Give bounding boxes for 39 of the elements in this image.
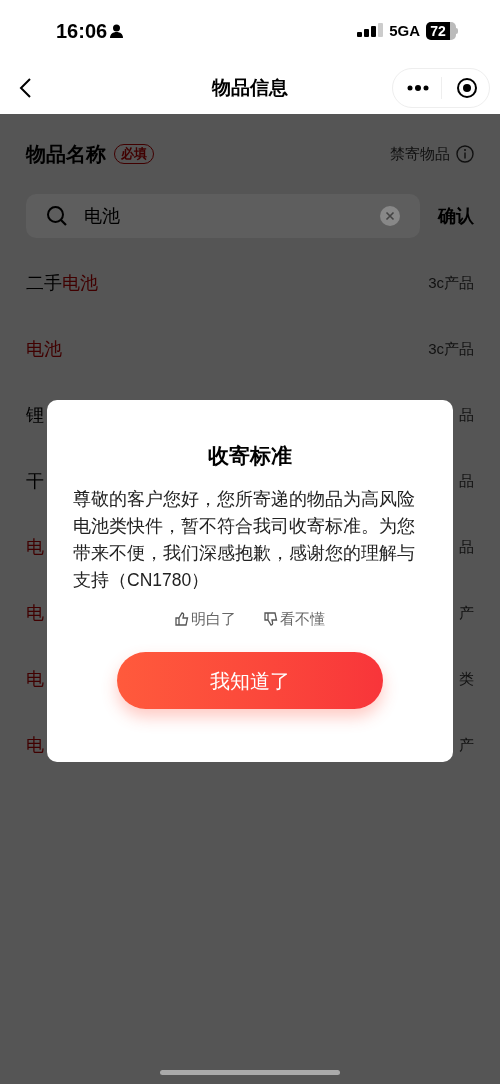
feedback-button[interactable]: 看不懂 xyxy=(264,607,325,630)
thumbs-up-icon xyxy=(175,611,189,626)
result-name[interactable]: 电 xyxy=(26,731,44,759)
more-icon[interactable] xyxy=(407,84,429,92)
result-category: 品 xyxy=(459,470,474,491)
result-category: 产 xyxy=(459,602,474,623)
status-time: 16:06 xyxy=(56,19,108,44)
acknowledge-button[interactable]: 我知道了 xyxy=(117,652,383,709)
dialog-message: 尊敬的客户您好，您所寄递的物品为高风险电池类快件，暂不符合我司收寄标准。为您带来不便，我们深感抱歉，感谢您的理解与支持（CN1780） xyxy=(73,487,416,592)
result-category: 3c产品 xyxy=(428,338,474,359)
confirm-button[interactable]: 确认 xyxy=(438,202,474,230)
page-title: 物品信息 xyxy=(212,75,288,100)
network-label: 5GA xyxy=(389,20,420,41)
clear-icon[interactable] xyxy=(380,206,400,226)
info-icon[interactable] xyxy=(456,145,474,163)
search-field[interactable]: 电池 xyxy=(26,194,420,238)
feedback-button[interactable]: 明白了 xyxy=(175,607,236,630)
result-name[interactable]: 电 xyxy=(26,599,44,627)
result-category: 品 xyxy=(459,404,474,425)
person-icon xyxy=(110,24,124,38)
result-category: 产 xyxy=(459,734,474,755)
result-category: 3c产品 xyxy=(428,272,474,293)
field-label: 物品名称 xyxy=(26,142,106,167)
result-name[interactable]: 二手电池 xyxy=(26,269,98,297)
result-name[interactable]: 锂 xyxy=(26,401,44,429)
dialog-title: 收寄标准 xyxy=(208,443,292,469)
close-target-icon[interactable] xyxy=(456,77,478,99)
result-name[interactable]: 电池 xyxy=(26,335,62,363)
battery-icon: 72 xyxy=(426,22,458,40)
thumbs-down-icon xyxy=(264,611,278,626)
result-category: 品 xyxy=(459,536,474,557)
result-category: 类 xyxy=(459,668,474,689)
prohibited-items-link[interactable]: 禁寄物品 xyxy=(390,142,450,166)
back-icon[interactable] xyxy=(18,77,32,99)
signal-icon xyxy=(357,23,384,39)
search-icon xyxy=(46,205,68,227)
result-name[interactable]: 干 xyxy=(26,467,44,495)
result-name[interactable]: 电 xyxy=(26,533,44,561)
result-name[interactable]: 电 xyxy=(26,665,44,693)
